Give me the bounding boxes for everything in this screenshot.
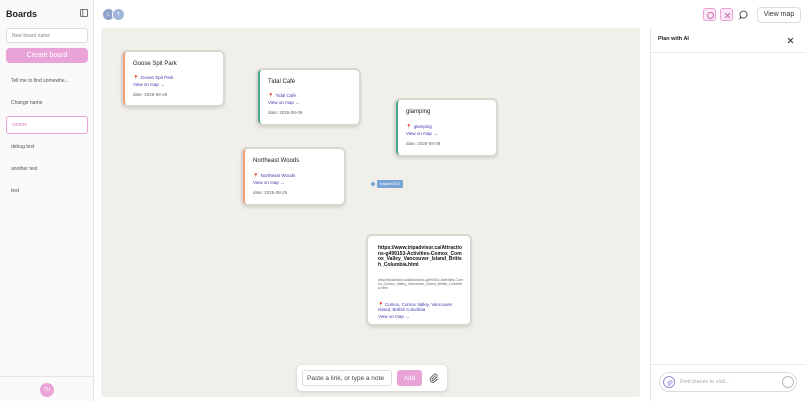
board-item[interactable]: test — [6, 182, 88, 200]
panel-footer-divider — [651, 364, 806, 365]
sidebar-title: Boards — [6, 9, 38, 19]
card-location: 📍 glamping — [406, 124, 432, 130]
card-title: Tidal Café — [268, 79, 296, 85]
card-location: 📍 Goose Spit Park — [133, 75, 173, 81]
location-pin-button[interactable] — [703, 8, 716, 21]
card-title: glamping — [406, 109, 431, 115]
view-on-map-link[interactable]: View on map → — [268, 100, 300, 105]
card-location: 📍 Tidal Café — [268, 93, 296, 99]
map-pin-icon: 📍 — [268, 93, 274, 98]
view-on-map-link[interactable]: View on map → — [406, 131, 438, 136]
place-card[interactable]: Tidal Café 📍 Tidal Café View on map → dat… — [258, 70, 359, 124]
card-location: 📍 Northeast Woods — [253, 173, 295, 179]
composer-input[interactable] — [302, 370, 392, 386]
new-board-input[interactable] — [6, 28, 88, 43]
board-list: Tell me to find somewhe... Change name c… — [6, 72, 88, 204]
place-card[interactable]: glamping 📍 glamping View on map → date: 2… — [396, 100, 496, 155]
cursor-label: traktor9317 — [377, 180, 404, 188]
board-item[interactable]: Change name — [6, 94, 88, 112]
card-location-label: Northeast Woods — [260, 173, 296, 178]
link-card[interactable]: https://www.tripadvisor.ca/Attractions-g… — [368, 236, 470, 324]
cursor-dot-icon — [371, 182, 375, 186]
link-card-location-label: Comox, Comox Valley, Vancouver Island, B… — [378, 302, 453, 312]
sidebar-header: Boards — [6, 9, 88, 21]
board-item-active[interactable]: comox — [6, 116, 88, 134]
map-pin-icon: 📍 — [406, 124, 412, 129]
sidebar: Boards Create board Tell me to find some… — [0, 0, 94, 401]
ai-prompt-input[interactable] — [680, 376, 775, 388]
card-location-label: Tidal Café — [275, 93, 296, 98]
card-date: date: 2026-08-09 — [268, 110, 303, 115]
chat-icon — [739, 10, 748, 20]
sidebar-divider — [0, 376, 94, 377]
link-card-url-secondary: www.tripadvisor.ca/Attractions-g499153-A… — [378, 278, 463, 290]
card-location-label: Goose Spit Park — [140, 75, 174, 80]
add-button[interactable]: Add — [397, 370, 422, 386]
map-pin-icon: 📍 — [253, 173, 259, 178]
send-icon[interactable] — [782, 376, 794, 388]
user-avatar[interactable]: TU — [40, 383, 54, 397]
card-date: date: 2026-08-29 — [253, 190, 288, 195]
card-title: Northeast Woods — [253, 158, 300, 164]
composer: Add — [297, 365, 447, 391]
board-item[interactable]: debug test — [6, 138, 88, 156]
view-on-map-link[interactable]: View on map → — [378, 314, 410, 319]
board-canvas[interactable]: Goose Spit Park 📍 Goose Spit Park View on… — [101, 28, 640, 397]
map-pin-icon: 📍 — [133, 75, 139, 80]
plan-icon — [724, 12, 731, 19]
card-location-label: glamping — [413, 124, 432, 129]
ai-input-bar — [659, 372, 797, 392]
paperclip-icon[interactable] — [429, 373, 439, 383]
link-card-url[interactable]: https://www.tripadvisor.ca/Attractions-g… — [378, 245, 464, 268]
card-date: date: 2026-08-29 — [133, 92, 168, 97]
board-item[interactable]: another test — [6, 160, 88, 178]
create-board-button[interactable]: Create board — [6, 48, 88, 63]
attach-icon[interactable] — [663, 376, 675, 388]
place-card[interactable]: Northeast Woods 📍 Northeast Woods View on… — [243, 149, 344, 204]
view-on-map-link[interactable]: View on map → — [133, 82, 165, 87]
close-icon[interactable] — [784, 34, 797, 47]
board-item[interactable]: Tell me to find somewhe... — [6, 72, 88, 90]
plan-ai-button[interactable] — [720, 8, 733, 21]
panel-header: Plan with AI — [651, 28, 806, 53]
view-map-button[interactable]: View map — [757, 7, 801, 23]
plan-with-ai-panel: Plan with AI — [650, 28, 806, 401]
place-card[interactable]: Goose Spit Park 📍 Goose Spit Park View on… — [123, 52, 223, 105]
card-title: Goose Spit Park — [133, 61, 177, 67]
top-bar: L T View map — [94, 0, 806, 28]
sidebar-collapse-icon[interactable] — [80, 9, 88, 17]
paperclip-icon — [667, 380, 673, 386]
panel-title: Plan with AI — [658, 36, 689, 42]
chat-button[interactable] — [737, 8, 750, 21]
location-pin-icon — [707, 12, 714, 19]
collaborator-avatar[interactable]: T — [112, 8, 125, 21]
view-on-map-link[interactable]: View on map → — [253, 180, 285, 185]
link-card-location: 📍 Comox, Comox Valley, Vancouver Island,… — [378, 302, 466, 312]
card-date: date: 2026-08-09 — [406, 141, 441, 146]
